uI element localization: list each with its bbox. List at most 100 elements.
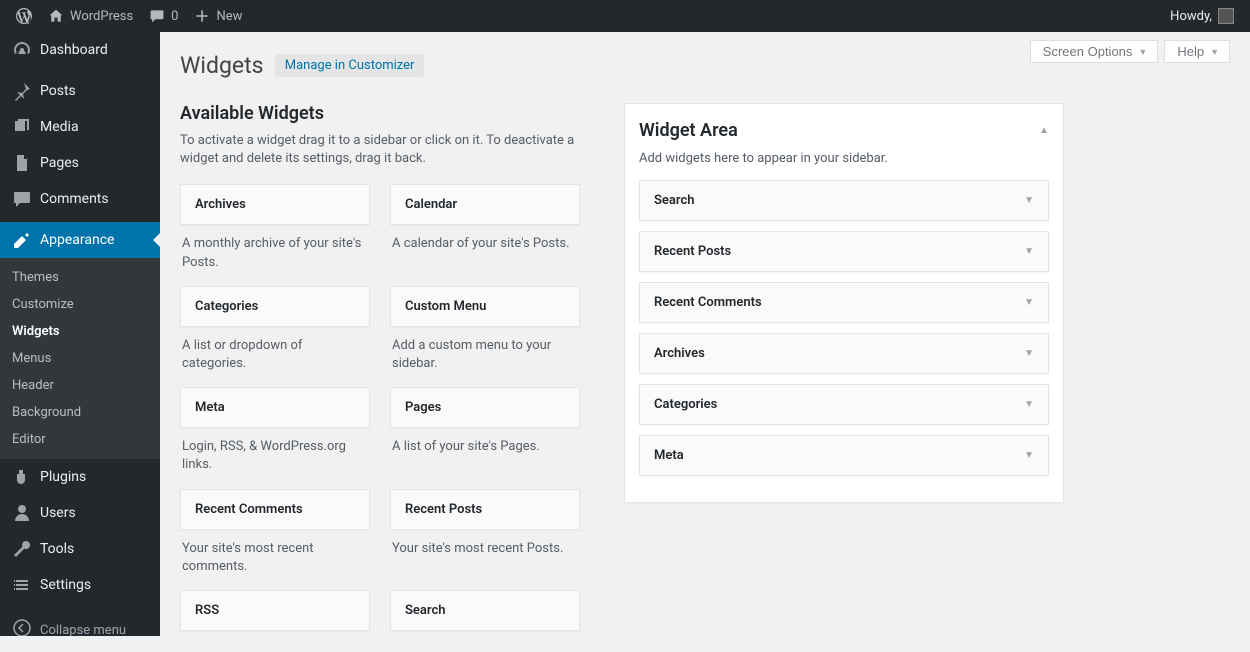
widget-area-toggle[interactable]: Widget Area ▲ <box>639 116 1049 147</box>
submenu-background[interactable]: Background <box>0 399 160 426</box>
available-widget[interactable]: Categories <box>180 286 370 327</box>
widget-area-item[interactable]: Search ▼ <box>639 180 1049 221</box>
page-title: Widgets <box>180 32 263 79</box>
menu-label: Users <box>40 505 76 521</box>
menu-label: Plugins <box>40 469 86 485</box>
chevron-down-icon: ▼ <box>1024 399 1034 410</box>
user-icon <box>12 503 32 523</box>
submenu-themes[interactable]: Themes <box>0 264 160 291</box>
available-widget[interactable]: RSS <box>180 590 370 631</box>
site-link[interactable]: WordPress <box>40 8 141 24</box>
admin-menu: Dashboard Posts Media Pages Comments App… <box>0 32 160 636</box>
available-widget-desc: A list or dropdown of categories. <box>180 327 370 387</box>
menu-label: Pages <box>40 155 79 171</box>
menu-settings[interactable]: Settings <box>0 567 160 603</box>
menu-users[interactable]: Users <box>0 495 160 531</box>
widget-area-item-title: Search <box>654 193 695 208</box>
menu-label: Settings <box>40 577 91 593</box>
available-widget[interactable]: Recent Posts <box>390 489 580 530</box>
available-widget[interactable]: Custom Menu <box>390 286 580 327</box>
dashboard-icon <box>12 40 32 60</box>
widget-area-title: Widget Area <box>639 120 738 141</box>
plugin-icon <box>12 467 32 487</box>
submenu-editor[interactable]: Editor <box>0 426 160 453</box>
available-widget-desc: Login, RSS, & WordPress.org links. <box>180 428 370 488</box>
chevron-down-icon: ▼ <box>1024 195 1034 206</box>
chevron-down-icon: ▼ <box>1024 348 1034 359</box>
appearance-icon <box>12 230 32 250</box>
widget-area-item-title: Categories <box>654 397 717 412</box>
menu-label: Posts <box>40 83 76 99</box>
page-icon <box>12 153 32 173</box>
menu-media[interactable]: Media <box>0 109 160 145</box>
home-icon <box>48 8 64 24</box>
available-widgets-column: Available Widgets To activate a widget d… <box>180 103 580 636</box>
widget-area-item[interactable]: Recent Comments ▼ <box>639 282 1049 323</box>
available-widget-desc: A monthly archive of your site's Posts. <box>180 225 370 285</box>
widget-area-item[interactable]: Recent Posts ▼ <box>639 231 1049 272</box>
available-widget-desc: Your site's most recent comments. <box>180 530 370 590</box>
comment-icon <box>149 8 165 24</box>
settings-icon <box>12 575 32 595</box>
available-widget[interactable]: Pages <box>390 387 580 428</box>
comments-link[interactable]: 0 <box>141 8 186 24</box>
menu-comments[interactable]: Comments <box>0 181 160 217</box>
collapse-menu[interactable]: Collapse menu <box>0 608 160 652</box>
submenu-menus[interactable]: Menus <box>0 345 160 372</box>
widget-area-item[interactable]: Categories ▼ <box>639 384 1049 425</box>
submenu-widgets[interactable]: Widgets <box>0 318 160 345</box>
menu-pages[interactable]: Pages <box>0 145 160 181</box>
menu-tools[interactable]: Tools <box>0 531 160 567</box>
widget-area-item[interactable]: Archives ▼ <box>639 333 1049 374</box>
widget-area-item-title: Archives <box>654 346 705 361</box>
collapse-label: Collapse menu <box>40 623 126 638</box>
menu-posts[interactable]: Posts <box>0 73 160 109</box>
widget-area-item[interactable]: Meta ▼ <box>639 435 1049 476</box>
chevron-up-icon: ▲ <box>1039 125 1049 136</box>
manage-in-customizer-link[interactable]: Manage in Customizer <box>275 54 425 77</box>
available-widgets-desc: To activate a widget drag it to a sideba… <box>180 132 580 168</box>
collapse-icon <box>12 618 32 642</box>
available-widget-desc: Add a custom menu to your sidebar. <box>390 327 580 387</box>
available-widget-title: Custom Menu <box>391 287 579 326</box>
menu-dashboard[interactable]: Dashboard <box>0 32 160 68</box>
available-widget[interactable]: Recent Comments <box>180 489 370 530</box>
widget-area-desc: Add widgets here to appear in your sideb… <box>639 151 1049 166</box>
available-widget[interactable]: Calendar <box>390 184 580 225</box>
available-widget-desc: A calendar of your site's Posts. <box>390 225 580 267</box>
menu-label: Media <box>40 119 79 135</box>
new-link[interactable]: New <box>186 8 250 24</box>
site-name: WordPress <box>70 9 133 24</box>
submenu-customize[interactable]: Customize <box>0 291 160 318</box>
menu-appearance[interactable]: Appearance <box>0 222 160 258</box>
available-widget-title: Pages <box>391 388 579 427</box>
available-widget-title: Calendar <box>391 185 579 224</box>
menu-label: Tools <box>40 541 74 557</box>
available-widget[interactable]: Meta <box>180 387 370 428</box>
howdy-link[interactable]: Howdy, <box>1162 8 1242 24</box>
pin-icon <box>12 81 32 101</box>
chevron-down-icon: ▼ <box>1024 246 1034 257</box>
screen-options-button[interactable]: Screen Options ▼ <box>1030 40 1159 63</box>
media-icon <box>12 117 32 137</box>
widget-area-item-title: Recent Posts <box>654 244 731 259</box>
plus-icon <box>194 8 210 24</box>
submenu-header[interactable]: Header <box>0 372 160 399</box>
available-widget[interactable]: Archives <box>180 184 370 225</box>
available-widget-desc: A list of your site's Pages. <box>390 428 580 470</box>
help-button[interactable]: Help ▼ <box>1164 40 1230 63</box>
screen-meta-links: Screen Options ▼ Help ▼ <box>1030 40 1230 63</box>
help-label: Help <box>1177 44 1204 59</box>
available-widgets-heading: Available Widgets <box>180 103 580 124</box>
chevron-down-icon: ▼ <box>1024 450 1034 461</box>
menu-label: Comments <box>40 191 109 207</box>
available-widget-desc <box>180 631 370 636</box>
menu-label: Appearance <box>40 232 114 248</box>
available-widget[interactable]: Search <box>390 590 580 631</box>
menu-label: Dashboard <box>40 42 108 58</box>
chevron-down-icon: ▼ <box>1138 47 1147 57</box>
content-wrap: Widgets Manage in Customizer Available W… <box>160 32 1250 636</box>
wp-logo-icon[interactable] <box>8 8 40 24</box>
new-label: New <box>216 9 242 24</box>
menu-plugins[interactable]: Plugins <box>0 459 160 495</box>
